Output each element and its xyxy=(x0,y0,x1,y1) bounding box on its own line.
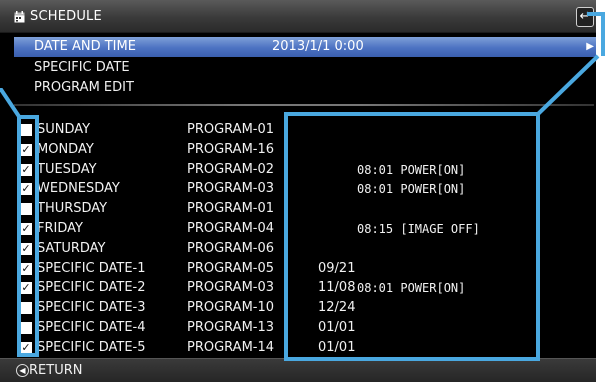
program-label: PROGRAM-10 xyxy=(187,300,275,316)
menu-item-label: SPECIFIC DATE xyxy=(34,60,130,75)
program-label: PROGRAM-01 xyxy=(187,201,275,217)
title-bar: SCHEDULE ↵ xyxy=(0,0,596,33)
checkbox-checked-icon[interactable]: ✓ xyxy=(20,143,32,156)
page-title: SCHEDULE xyxy=(30,9,102,24)
program-label: PROGRAM-05 xyxy=(187,260,275,276)
checkbox-checked-icon[interactable]: ✓ xyxy=(20,183,32,196)
checkbox-checked-icon[interactable]: ✓ xyxy=(20,242,32,255)
return-label[interactable]: RETURN xyxy=(29,363,82,378)
schedule-row[interactable]: ✓ MONDAY PROGRAM-16 xyxy=(0,140,596,160)
event-label: 08:01 POWER[ON] xyxy=(357,182,466,197)
day-label: MONDAY xyxy=(37,141,94,157)
schedule-row[interactable]: ✓ TUESDAY PROGRAM-02 08:01 POWER[ON] xyxy=(0,160,596,180)
checkbox-unchecked-icon[interactable] xyxy=(20,203,32,216)
schedule-row[interactable]: ✓ SPECIFIC DATE-2 PROGRAM-03 11/08 08:01 POW… xyxy=(0,278,596,298)
schedule-row[interactable]: SPECIFIC DATE-3 PROGRAM-10 12/24 xyxy=(0,298,596,318)
menu-item-program-edit[interactable]: PROGRAM EDIT xyxy=(14,78,596,98)
schedule-row[interactable]: THURSDAY PROGRAM-01 xyxy=(0,199,596,219)
event-label: 08:01 POWER[ON] xyxy=(357,281,466,296)
day-label: TUESDAY xyxy=(37,161,97,177)
schedule-row[interactable]: SPECIFIC DATE-4 PROGRAM-13 01/01 xyxy=(0,318,596,338)
program-label: PROGRAM-03 xyxy=(187,181,275,197)
date-label: 01/01 xyxy=(318,339,356,355)
divider xyxy=(14,104,594,106)
schedule-row[interactable]: ✓ SPECIFIC DATE-1 PROGRAM-05 09/21 xyxy=(0,259,596,279)
date-label: 11/08 xyxy=(318,280,356,296)
day-label: SPECIFIC DATE-1 xyxy=(37,260,146,276)
checkbox-checked-icon[interactable]: ✓ xyxy=(20,282,32,295)
schedule-row[interactable]: ✓ SATURDAY PROGRAM-06 xyxy=(0,239,596,259)
date-label: 09/21 xyxy=(318,260,356,276)
day-label: FRIDAY xyxy=(37,221,83,236)
day-label: SATURDAY xyxy=(37,240,106,256)
schedule-row[interactable]: ✓ FRIDAY PROGRAM-04 08:15 [IMAGE OFF] xyxy=(0,219,596,239)
schedule-row[interactable]: ✓ SPECIFIC DATE-5 PROGRAM-14 01/01 xyxy=(0,338,596,358)
program-label: PROGRAM-13 xyxy=(187,320,275,335)
program-label: PROGRAM-03 xyxy=(187,280,275,296)
schedule-row[interactable]: ✓ WEDNESDAY PROGRAM-03 08:01 POWER[ON] xyxy=(0,179,596,199)
program-label: PROGRAM-16 xyxy=(187,141,275,157)
checkbox-unchecked-icon[interactable] xyxy=(20,302,32,315)
menu-item-label: PROGRAM EDIT xyxy=(34,80,134,95)
day-label: SPECIFIC DATE-3 xyxy=(37,300,146,316)
program-label: PROGRAM-02 xyxy=(187,161,275,177)
exit-icon[interactable]: ↵ xyxy=(576,7,594,27)
program-label: PROGRAM-01 xyxy=(187,122,275,137)
date-time-value: 2013/1/1 0:00 xyxy=(272,39,364,54)
calendar-icon xyxy=(14,11,25,23)
schedule-row[interactable]: SUNDAY PROGRAM-01 xyxy=(0,120,596,140)
menu-item-specific-date[interactable]: SPECIFIC DATE xyxy=(14,58,596,78)
program-label: PROGRAM-14 xyxy=(187,339,275,355)
day-label: THURSDAY xyxy=(37,201,108,217)
return-icon[interactable]: ◀ xyxy=(16,364,29,377)
day-label: SPECIFIC DATE-5 xyxy=(37,339,146,355)
event-label: 08:01 POWER[ON] xyxy=(357,162,466,177)
schedule-menu: SCHEDULE ↵ DATE AND TIME 2013/1/1 0:00 ▶… xyxy=(0,0,596,382)
program-label: PROGRAM-04 xyxy=(187,221,275,236)
checkbox-unchecked-icon[interactable] xyxy=(20,322,32,334)
day-label: SPECIFIC DATE-4 xyxy=(37,320,146,335)
day-label: SPECIFIC DATE-2 xyxy=(37,280,146,296)
checkbox-checked-icon[interactable]: ✓ xyxy=(20,341,32,354)
menu-item-date-and-time[interactable]: DATE AND TIME 2013/1/1 0:00 ▶ xyxy=(14,37,596,57)
program-label: PROGRAM-06 xyxy=(187,240,275,256)
checkbox-unchecked-icon[interactable] xyxy=(20,124,32,136)
checkbox-checked-icon[interactable]: ✓ xyxy=(20,223,32,235)
day-label: SUNDAY xyxy=(37,122,91,137)
date-label: 12/24 xyxy=(318,300,356,316)
checkbox-checked-icon[interactable]: ✓ xyxy=(20,262,32,275)
menu-item-label: DATE AND TIME xyxy=(34,39,136,54)
chevron-right-icon: ▶ xyxy=(586,41,594,52)
footer-bar: ◀ RETURN xyxy=(0,358,596,382)
date-label: 01/01 xyxy=(318,320,356,335)
event-label: 08:15 [IMAGE OFF] xyxy=(357,222,480,236)
checkbox-checked-icon[interactable]: ✓ xyxy=(20,163,32,176)
day-label: WEDNESDAY xyxy=(37,181,120,197)
